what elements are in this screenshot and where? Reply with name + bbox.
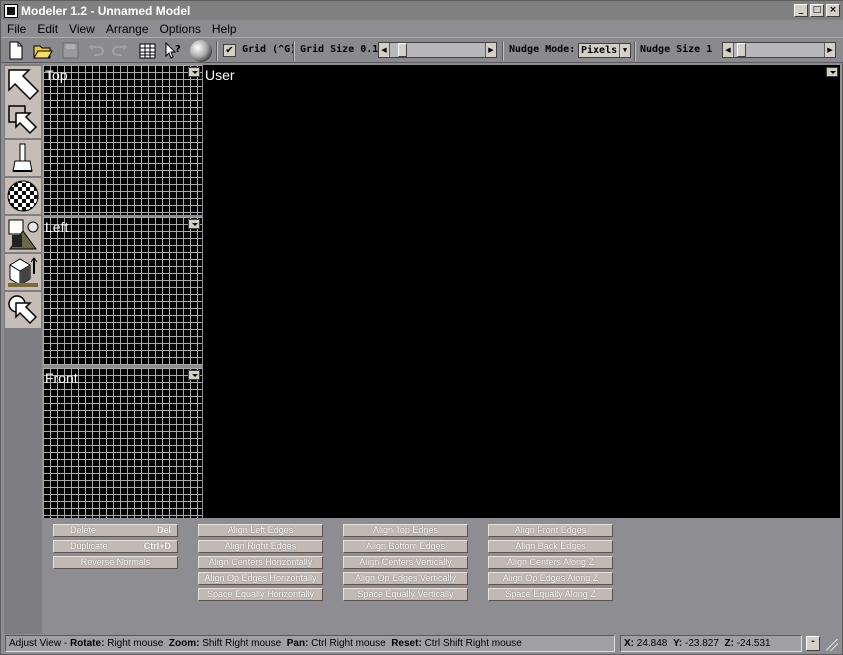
align-centers-horizontally-button[interactable]: Align Centers Horizontally [198, 556, 323, 569]
app-icon [4, 3, 18, 18]
front-view-label: Front [45, 370, 78, 386]
grid-label: Grid (^G) [242, 44, 297, 55]
resize-grip-icon[interactable] [826, 639, 838, 651]
view-menu-chevron-icon[interactable] [188, 219, 200, 229]
menu-view[interactable]: View [69, 22, 95, 36]
new-file-icon[interactable] [5, 40, 27, 61]
nudge-mode-label: Nudge Mode: [509, 44, 576, 55]
space-equally-along-z-button[interactable]: Space Equally Along Z [488, 588, 613, 601]
sphere-render-icon[interactable] [189, 39, 213, 62]
chevron-down-icon[interactable]: ▼ [619, 44, 630, 57]
close-button[interactable]: × [826, 4, 840, 17]
duplicate-button[interactable]: Duplicate Ctrl+D [53, 540, 178, 553]
front-viewport[interactable]: Front [43, 368, 202, 518]
view-menu-chevron-icon[interactable] [188, 67, 200, 77]
left-view-label: Left [45, 219, 69, 235]
tool-palette [4, 64, 42, 634]
select-arrow-tool[interactable] [5, 66, 41, 102]
align-top-edges-button[interactable]: Align Top Edges [343, 524, 468, 537]
grid-table-icon[interactable] [136, 40, 158, 61]
nudge-size-slider[interactable]: ◀ ▶ [722, 42, 836, 58]
menu-edit[interactable]: Edit [37, 22, 58, 36]
checker-sphere-tool[interactable] [5, 178, 41, 214]
user-viewport[interactable]: User [203, 65, 840, 518]
align-left-edges-button[interactable]: Align Left Edges [198, 524, 323, 537]
user-view-label: User [205, 67, 235, 83]
view-menu-chevron-icon[interactable] [188, 370, 200, 380]
window-title: Modeler 1.2 - Unnamed Model [21, 3, 191, 18]
status-bar: Adjust View - Rotate: Right mouse Zoom: … [4, 634, 841, 653]
reverse-normals-button[interactable]: Reverse Normals [53, 556, 178, 569]
grid-size-slider[interactable]: ◀ ▶ [378, 42, 497, 58]
nudge-size-label: Nudge Size 1 [640, 44, 713, 55]
align-op-edges-vertically-button[interactable]: Align Op Edges Vertically [343, 572, 468, 585]
svg-text:?: ? [175, 44, 181, 55]
status-minus-button[interactable]: - [806, 636, 820, 651]
align-front-edges-button[interactable]: Align Front Edges [488, 524, 613, 537]
slider-thumb[interactable] [398, 43, 407, 57]
pick-object-tool[interactable] [5, 292, 41, 328]
align-bottom-edges-button[interactable]: Align Bottom Edges [343, 540, 468, 553]
menu-options[interactable]: Options [160, 22, 201, 36]
maximize-button[interactable]: □ [810, 4, 824, 17]
space-equally-vertically-button[interactable]: Space Equally Vertically [343, 588, 468, 601]
context-help-icon[interactable]: ? [162, 40, 184, 61]
nudge-mode-value: Pixels [581, 45, 618, 56]
menu-arrange[interactable]: Arrange [106, 22, 149, 36]
align-back-edges-button[interactable]: Align Back Edges [488, 540, 613, 553]
app-window: Modeler 1.2 - Unnamed Model _ □ × File E… [0, 0, 843, 655]
left-viewport[interactable]: Left [43, 217, 202, 365]
slider-thumb[interactable] [737, 43, 746, 57]
minimize-button[interactable]: _ [794, 4, 808, 17]
delete-button[interactable]: Delete Del [53, 524, 178, 537]
align-right-edges-button[interactable]: Align Right Edges [198, 540, 323, 553]
toolbar: ? ✔ Grid (^G) Grid Size 0.10 ◀ ▶ Nudge M… [1, 37, 843, 63]
slider-right-arrow-icon[interactable]: ▶ [485, 43, 496, 57]
menu-help[interactable]: Help [212, 22, 237, 36]
align-centers-vertically-button[interactable]: Align Centers Vertically [343, 556, 468, 569]
slider-right-arrow-icon[interactable]: ▶ [824, 43, 835, 57]
select-region-tool[interactable] [5, 102, 41, 138]
slider-left-arrow-icon[interactable]: ◀ [723, 43, 734, 57]
arrange-panel: Delete Del Duplicate Ctrl+D Reverse Norm… [44, 519, 840, 633]
undo-icon[interactable] [85, 40, 107, 61]
extrude-cube-tool[interactable] [5, 254, 41, 290]
grid-checkbox[interactable]: ✔ [223, 44, 236, 57]
status-hint: Adjust View - Rotate: Right mouse Zoom: … [5, 635, 615, 652]
save-icon[interactable] [59, 40, 81, 61]
space-equally-horizontally-button[interactable]: Space Equally Horizontally [198, 588, 323, 601]
open-folder-icon[interactable] [32, 40, 54, 61]
top-view-label: Top [45, 67, 68, 83]
align-op-edges-along-z-button[interactable]: Align Op Edges Along Z [488, 572, 613, 585]
menu-file[interactable]: File [7, 22, 26, 36]
menu-bar: File Edit View Arrange Options Help [1, 20, 843, 37]
align-op-edges-horizontally-button[interactable]: Align Op Edges Horizontally [198, 572, 323, 585]
slider-left-arrow-icon[interactable]: ◀ [379, 43, 390, 57]
grid-size-label: Grid Size 0.10 [300, 44, 385, 55]
shapes-tool[interactable] [5, 216, 41, 252]
nudge-mode-select[interactable]: Pixels ▼ [578, 43, 631, 58]
top-viewport[interactable]: Top [43, 65, 202, 215]
brush-tool[interactable] [5, 140, 41, 176]
align-centers-along-z-button[interactable]: Align Centers Along Z [488, 556, 613, 569]
title-bar: Modeler 1.2 - Unnamed Model _ □ × [1, 1, 843, 20]
redo-icon[interactable] [109, 40, 131, 61]
view-menu-chevron-icon[interactable] [826, 67, 838, 77]
cursor-coordinates: X: 24.848 Y: -23.827 Z: -24.531 [620, 635, 802, 652]
